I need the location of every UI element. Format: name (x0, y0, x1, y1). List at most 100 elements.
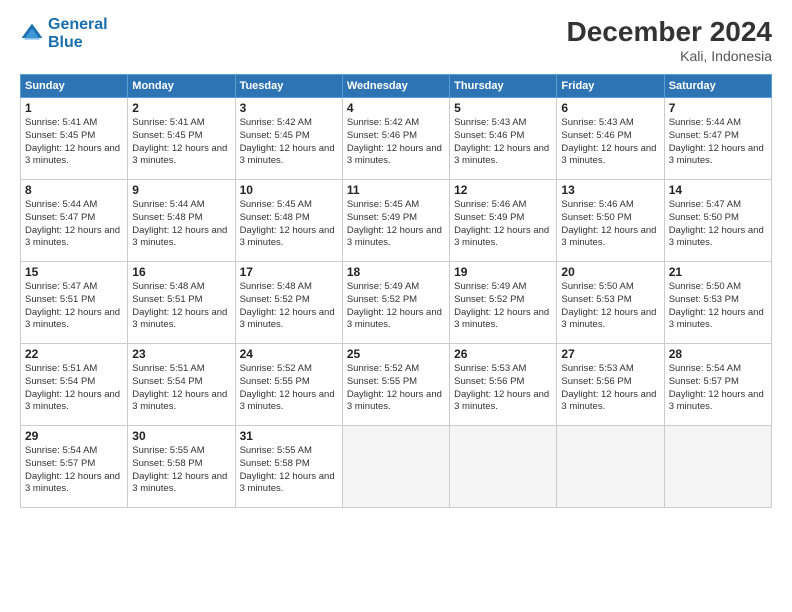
day-info: Sunrise: 5:50 AMSunset: 5:53 PMDaylight:… (669, 281, 767, 332)
day-number: 3 (240, 101, 338, 115)
calendar-day-cell: 24Sunrise: 5:52 AMSunset: 5:55 PMDayligh… (235, 344, 342, 426)
calendar-day-header: Thursday (450, 75, 557, 98)
day-number: 12 (454, 183, 552, 197)
day-number: 11 (347, 183, 445, 197)
day-number: 22 (25, 347, 123, 361)
day-info: Sunrise: 5:41 AMSunset: 5:45 PMDaylight:… (25, 117, 123, 168)
calendar-day-cell: 31 Sunrise: 5:55 AMSunset: 5:58 PMDayligh… (235, 426, 342, 508)
day-info: Sunrise: 5:44 AMSunset: 5:47 PMDaylight:… (669, 117, 767, 168)
day-number: 28 (669, 347, 767, 361)
day-number: 2 (132, 101, 230, 115)
day-number: 25 (347, 347, 445, 361)
calendar-day-cell: 27 Sunrise: 5:53 AMSunset: 5:56 PMDayligh… (557, 344, 664, 426)
day-info: Sunrise: 5:46 AMSunset: 5:49 PMDaylight:… (454, 199, 552, 250)
day-info: Sunrise: 5:41 AMSunset: 5:45 PMDaylight:… (132, 117, 230, 168)
day-info: Sunrise: 5:45 AMSunset: 5:48 PMDaylight:… (240, 199, 338, 250)
day-number: 9 (132, 183, 230, 197)
calendar-day-cell: 18 Sunrise: 5:49 AMSunset: 5:52 PMDayligh… (342, 262, 449, 344)
calendar-day-cell: 8Sunrise: 5:44 AMSunset: 5:47 PMDaylight… (21, 180, 128, 262)
day-number: 31 (240, 429, 338, 443)
day-number: 14 (669, 183, 767, 197)
calendar-day-cell: 2 Sunrise: 5:41 AMSunset: 5:45 PMDaylight… (128, 98, 235, 180)
day-info: Sunrise: 5:52 AMSunset: 5:55 PMDaylight:… (347, 363, 445, 414)
day-info: Sunrise: 5:55 AMSunset: 5:58 PMDaylight:… (132, 445, 230, 496)
day-number: 16 (132, 265, 230, 279)
day-number: 6 (561, 101, 659, 115)
day-info: Sunrise: 5:46 AMSunset: 5:50 PMDaylight:… (561, 199, 659, 250)
calendar-day-header: Wednesday (342, 75, 449, 98)
day-info: Sunrise: 5:48 AMSunset: 5:51 PMDaylight:… (132, 281, 230, 332)
calendar-day-cell (450, 426, 557, 508)
day-info: Sunrise: 5:47 AMSunset: 5:50 PMDaylight:… (669, 199, 767, 250)
calendar-day-cell: 30 Sunrise: 5:55 AMSunset: 5:58 PMDayligh… (128, 426, 235, 508)
month-title: December 2024 (567, 16, 772, 48)
day-info: Sunrise: 5:44 AMSunset: 5:47 PMDaylight:… (25, 199, 123, 250)
day-number: 5 (454, 101, 552, 115)
calendar-day-cell: 26Sunrise: 5:53 AMSunset: 5:56 PMDayligh… (450, 344, 557, 426)
logo-icon (20, 22, 44, 46)
calendar-day-cell: 19 Sunrise: 5:49 AMSunset: 5:52 PMDayligh… (450, 262, 557, 344)
day-number: 30 (132, 429, 230, 443)
calendar-day-cell: 4 Sunrise: 5:42 AMSunset: 5:46 PMDaylight… (342, 98, 449, 180)
calendar-day-cell (342, 426, 449, 508)
calendar-week-row: 15 Sunrise: 5:47 AMSunset: 5:51 PMDayligh… (21, 262, 772, 344)
day-info: Sunrise: 5:54 AMSunset: 5:57 PMDaylight:… (669, 363, 767, 414)
calendar-day-cell: 28 Sunrise: 5:54 AMSunset: 5:57 PMDayligh… (664, 344, 771, 426)
day-number: 19 (454, 265, 552, 279)
calendar-header-row: SundayMondayTuesdayWednesdayThursdayFrid… (21, 75, 772, 98)
day-number: 18 (347, 265, 445, 279)
day-info: Sunrise: 5:55 AMSunset: 5:58 PMDaylight:… (240, 445, 338, 496)
day-number: 27 (561, 347, 659, 361)
calendar-day-cell: 10 Sunrise: 5:45 AMSunset: 5:48 PMDayligh… (235, 180, 342, 262)
day-info: Sunrise: 5:52 AMSunset: 5:55 PMDaylight:… (240, 363, 338, 414)
day-info: Sunrise: 5:45 AMSunset: 5:49 PMDaylight:… (347, 199, 445, 250)
day-info: Sunrise: 5:48 AMSunset: 5:52 PMDaylight:… (240, 281, 338, 332)
calendar-day-cell: 14 Sunrise: 5:47 AMSunset: 5:50 PMDayligh… (664, 180, 771, 262)
calendar-day-header: Monday (128, 75, 235, 98)
day-info: Sunrise: 5:42 AMSunset: 5:45 PMDaylight:… (240, 117, 338, 168)
calendar-day-cell: 16 Sunrise: 5:48 AMSunset: 5:51 PMDayligh… (128, 262, 235, 344)
calendar-week-row: 22 Sunrise: 5:51 AMSunset: 5:54 PMDayligh… (21, 344, 772, 426)
calendar-day-cell: 5 Sunrise: 5:43 AMSunset: 5:46 PMDaylight… (450, 98, 557, 180)
day-number: 15 (25, 265, 123, 279)
day-number: 13 (561, 183, 659, 197)
day-info: Sunrise: 5:47 AMSunset: 5:51 PMDaylight:… (25, 281, 123, 332)
calendar-table: SundayMondayTuesdayWednesdayThursdayFrid… (20, 74, 772, 508)
location: Kali, Indonesia (567, 48, 772, 64)
calendar-day-cell: 29Sunrise: 5:54 AMSunset: 5:57 PMDayligh… (21, 426, 128, 508)
calendar-day-cell: 21 Sunrise: 5:50 AMSunset: 5:53 PMDayligh… (664, 262, 771, 344)
day-number: 26 (454, 347, 552, 361)
calendar-week-row: 8Sunrise: 5:44 AMSunset: 5:47 PMDaylight… (21, 180, 772, 262)
calendar-day-cell: 12 Sunrise: 5:46 AMSunset: 5:49 PMDayligh… (450, 180, 557, 262)
calendar-day-cell: 11 Sunrise: 5:45 AMSunset: 5:49 PMDayligh… (342, 180, 449, 262)
day-number: 23 (132, 347, 230, 361)
calendar-day-cell: 6Sunrise: 5:43 AMSunset: 5:46 PMDaylight… (557, 98, 664, 180)
calendar-day-cell: 23 Sunrise: 5:51 AMSunset: 5:54 PMDayligh… (128, 344, 235, 426)
day-info: Sunrise: 5:51 AMSunset: 5:54 PMDaylight:… (132, 363, 230, 414)
day-info: Sunrise: 5:42 AMSunset: 5:46 PMDaylight:… (347, 117, 445, 168)
day-info: Sunrise: 5:53 AMSunset: 5:56 PMDaylight:… (561, 363, 659, 414)
day-info: Sunrise: 5:54 AMSunset: 5:57 PMDaylight:… (25, 445, 123, 496)
logo-text: General Blue (48, 16, 108, 51)
calendar-day-header: Sunday (21, 75, 128, 98)
day-info: Sunrise: 5:49 AMSunset: 5:52 PMDaylight:… (347, 281, 445, 332)
calendar-week-row: 29Sunrise: 5:54 AMSunset: 5:57 PMDayligh… (21, 426, 772, 508)
day-number: 1 (25, 101, 123, 115)
day-info: Sunrise: 5:49 AMSunset: 5:52 PMDaylight:… (454, 281, 552, 332)
day-number: 4 (347, 101, 445, 115)
title-block: December 2024 Kali, Indonesia (567, 16, 772, 64)
day-number: 21 (669, 265, 767, 279)
calendar-day-cell: 15 Sunrise: 5:47 AMSunset: 5:51 PMDayligh… (21, 262, 128, 344)
calendar-day-cell: 22Sunrise: 5:51 AMSunset: 5:54 PMDayligh… (21, 344, 128, 426)
calendar-page: General Blue December 2024 Kali, Indones… (0, 0, 792, 612)
calendar-week-row: 1 Sunrise: 5:41 AMSunset: 5:45 PMDaylight… (21, 98, 772, 180)
day-number: 10 (240, 183, 338, 197)
calendar-day-cell: 3 Sunrise: 5:42 AMSunset: 5:45 PMDaylight… (235, 98, 342, 180)
calendar-day-cell: 1 Sunrise: 5:41 AMSunset: 5:45 PMDaylight… (21, 98, 128, 180)
calendar-day-cell: 20Sunrise: 5:50 AMSunset: 5:53 PMDayligh… (557, 262, 664, 344)
day-info: Sunrise: 5:50 AMSunset: 5:53 PMDaylight:… (561, 281, 659, 332)
day-info: Sunrise: 5:43 AMSunset: 5:46 PMDaylight:… (454, 117, 552, 168)
calendar-day-cell: 9Sunrise: 5:44 AMSunset: 5:48 PMDaylight… (128, 180, 235, 262)
calendar-day-header: Tuesday (235, 75, 342, 98)
calendar-day-cell: 13 Sunrise: 5:46 AMSunset: 5:50 PMDayligh… (557, 180, 664, 262)
